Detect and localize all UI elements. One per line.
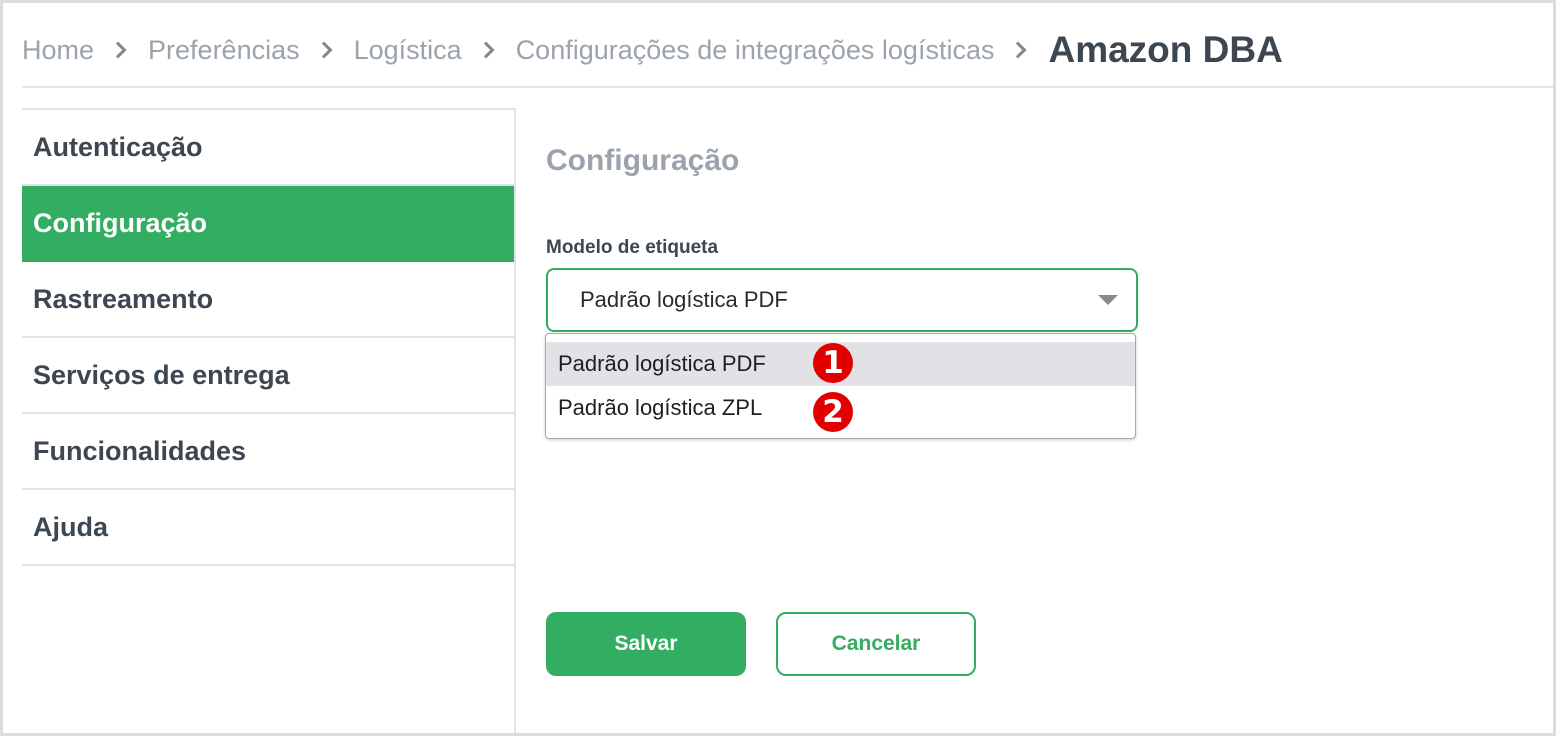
sidebar: Autenticação Configuração Rastreamento S… [22,108,516,733]
breadcrumb-preferencias[interactable]: Preferências [148,35,300,66]
cancel-button[interactable]: Cancelar [776,612,976,676]
chevron-right-icon [315,41,333,59]
breadcrumb-logistica[interactable]: Logística [354,35,462,66]
breadcrumb: Home Preferências Logística Configuraçõe… [22,22,1283,78]
annotation-badge-1: 1 [813,343,853,383]
header-divider [22,86,1553,88]
save-button[interactable]: Salvar [546,612,746,676]
annotation-badge-2: 2 [813,392,853,432]
modelo-etiqueta-label: Modelo de etiqueta [546,237,719,258]
select-value: Padrão logística PDF [580,287,788,312]
modelo-etiqueta-select[interactable]: Padrão logística PDF [546,268,1138,332]
sidebar-item-ajuda[interactable]: Ajuda [22,490,514,566]
sidebar-item-rastreamento[interactable]: Rastreamento [22,262,514,338]
page-title: Amazon DBA [1048,29,1283,70]
sidebar-item-configuracao[interactable]: Configuração [22,186,514,262]
breadcrumb-home[interactable]: Home [22,35,94,66]
sidebar-item-autenticacao[interactable]: Autenticação [22,110,514,186]
sidebar-item-funcionalidades[interactable]: Funcionalidades [22,414,514,490]
chevron-right-icon [1009,41,1027,59]
chevron-right-icon [109,41,127,59]
sidebar-item-servicos-de-entrega[interactable]: Serviços de entrega [22,338,514,414]
caret-down-icon[interactable] [1098,295,1118,305]
chevron-right-icon [477,41,495,59]
section-title: Configuração [546,144,740,177]
breadcrumb-configuracoes-integracoes[interactable]: Configurações de integrações logísticas [516,35,995,66]
